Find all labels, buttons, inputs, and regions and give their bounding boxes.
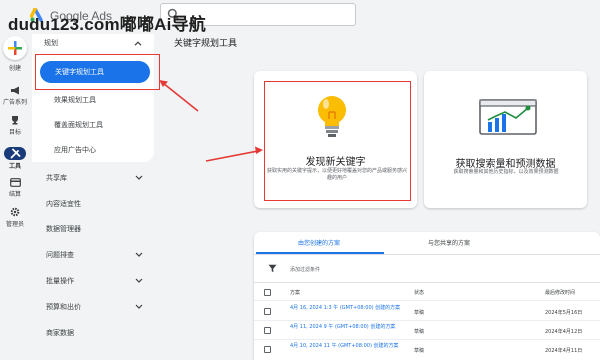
search-volume-forecast-card[interactable] [424,71,587,208]
row-checkbox[interactable] [264,346,271,353]
rail-label-admin: 管理员 [5,221,24,228]
rail-item-billing[interactable]: 结算 [0,178,30,198]
sidebar-group-shared-library[interactable]: 共享库 [46,173,67,183]
plus-icon [8,41,22,55]
divider [254,300,600,301]
plan-status: 草稿 [414,329,425,335]
watermark-text: dudu123.com嘟嘟Ai导航 [8,15,206,34]
forecast-chart-icon [479,99,537,135]
rail-item-admin[interactable]: 管理员 [0,207,30,228]
card-icon [9,178,21,187]
plan-last-modified: 2024年4月12日 [545,329,583,335]
sidebar-group-data-manager[interactable]: 数据管理器 [46,224,81,234]
rail-item-tools[interactable]: 工具 [0,148,30,170]
rail-item-create[interactable]: 创建 [0,63,30,72]
sidebar-group-business-data[interactable]: 商家数据 [46,328,74,338]
select-all-checkbox[interactable] [264,289,271,296]
lightbulb-icon [318,96,346,137]
annotation-arrow-sidebar [162,82,199,112]
add-filter-button[interactable]: 添加过滤条件 [290,266,320,273]
sidebar-group-budgets-bidding[interactable]: 预算和出价 [46,302,81,312]
rail-item-goals[interactable]: 目标 [0,115,30,136]
chevron-down-icon[interactable] [135,278,143,283]
plan-status: 草稿 [414,348,425,354]
row-checkbox[interactable] [264,308,271,315]
discover-keywords-description: 获取实用的关键字提示，以便更好地覆盖对您的产品或服务感兴趣的用户 [266,168,407,181]
chevron-down-icon[interactable] [135,252,143,257]
plan-status: 草稿 [414,310,425,316]
plan-last-modified: 2024年4月11日 [545,348,583,354]
tools-icon [10,148,20,159]
sidebar-group-troubleshooting[interactable]: 问题排查 [46,250,74,260]
gear-icon [10,207,20,217]
sidebar-item-app-advertising-hub[interactable]: 应用广告中心 [54,145,96,155]
plan-name-link[interactable]: 4月 11, 2024 9 午 (GMT+08:00) 创建的方案 [290,324,402,331]
rail-label-tools: 工具 [8,163,21,170]
filter-icon[interactable] [268,264,277,273]
trophy-icon [12,116,18,125]
rail-label-billing: 结算 [8,191,21,198]
search-volume-forecast-description: 获取搜索量和其他历史指标，以及效果预测数据 [453,169,559,175]
row-checkbox[interactable] [264,327,271,334]
rail-label-campaigns: 广告系列 [2,99,27,106]
chevron-down-icon[interactable] [135,304,143,309]
sidebar-item-reach-planner[interactable]: 覆盖面规划工具 [54,120,103,130]
create-button[interactable] [3,36,27,60]
tab-plans-shared-with-you[interactable]: 与您共享的方案 [384,238,514,247]
arrowhead [159,80,168,87]
column-header-plan[interactable]: 方案 [290,289,300,296]
page-title: 关键字规划工具 [174,39,238,49]
column-header-status[interactable]: 状态 [414,289,424,296]
plan-name-link[interactable]: 4月 16, 2024 1:3 午 (GMT+08:00) 创建的方案 [290,305,402,312]
discover-keywords-title: 发现新关键字 [305,157,366,168]
column-header-last-modified[interactable]: 最后修改时间 [545,289,575,296]
annotation-arrow-card [205,150,259,162]
divider [254,282,600,283]
annotation-highlight-box [35,54,160,90]
plan-last-modified: 2024年5月16日 [545,310,583,316]
divider [254,339,600,340]
rail-label-goals: 目标 [8,129,21,136]
megaphone-icon [10,86,19,95]
tab-plans-created-by-you[interactable]: 由您创建的方案 [254,238,384,247]
sidebar-section-planning[interactable]: 规划 [44,38,58,48]
sidebar-group-content-suitability[interactable]: 内容适宜性 [46,199,81,209]
plan-name-link[interactable]: 4月 10, 2024 11 午 (GMT+08:00) 创建的方案 [290,343,402,350]
chevron-up-icon[interactable] [134,41,142,46]
sidebar-group-bulk-actions[interactable]: 批量操作 [46,276,74,286]
divider [254,254,600,255]
rail-item-campaigns[interactable]: 广告系列 [0,86,30,106]
rail-label-create: 创建 [8,65,21,72]
chevron-down-icon[interactable] [135,175,143,180]
divider [254,320,600,321]
sidebar-item-performance-planner[interactable]: 效果规划工具 [54,95,96,105]
